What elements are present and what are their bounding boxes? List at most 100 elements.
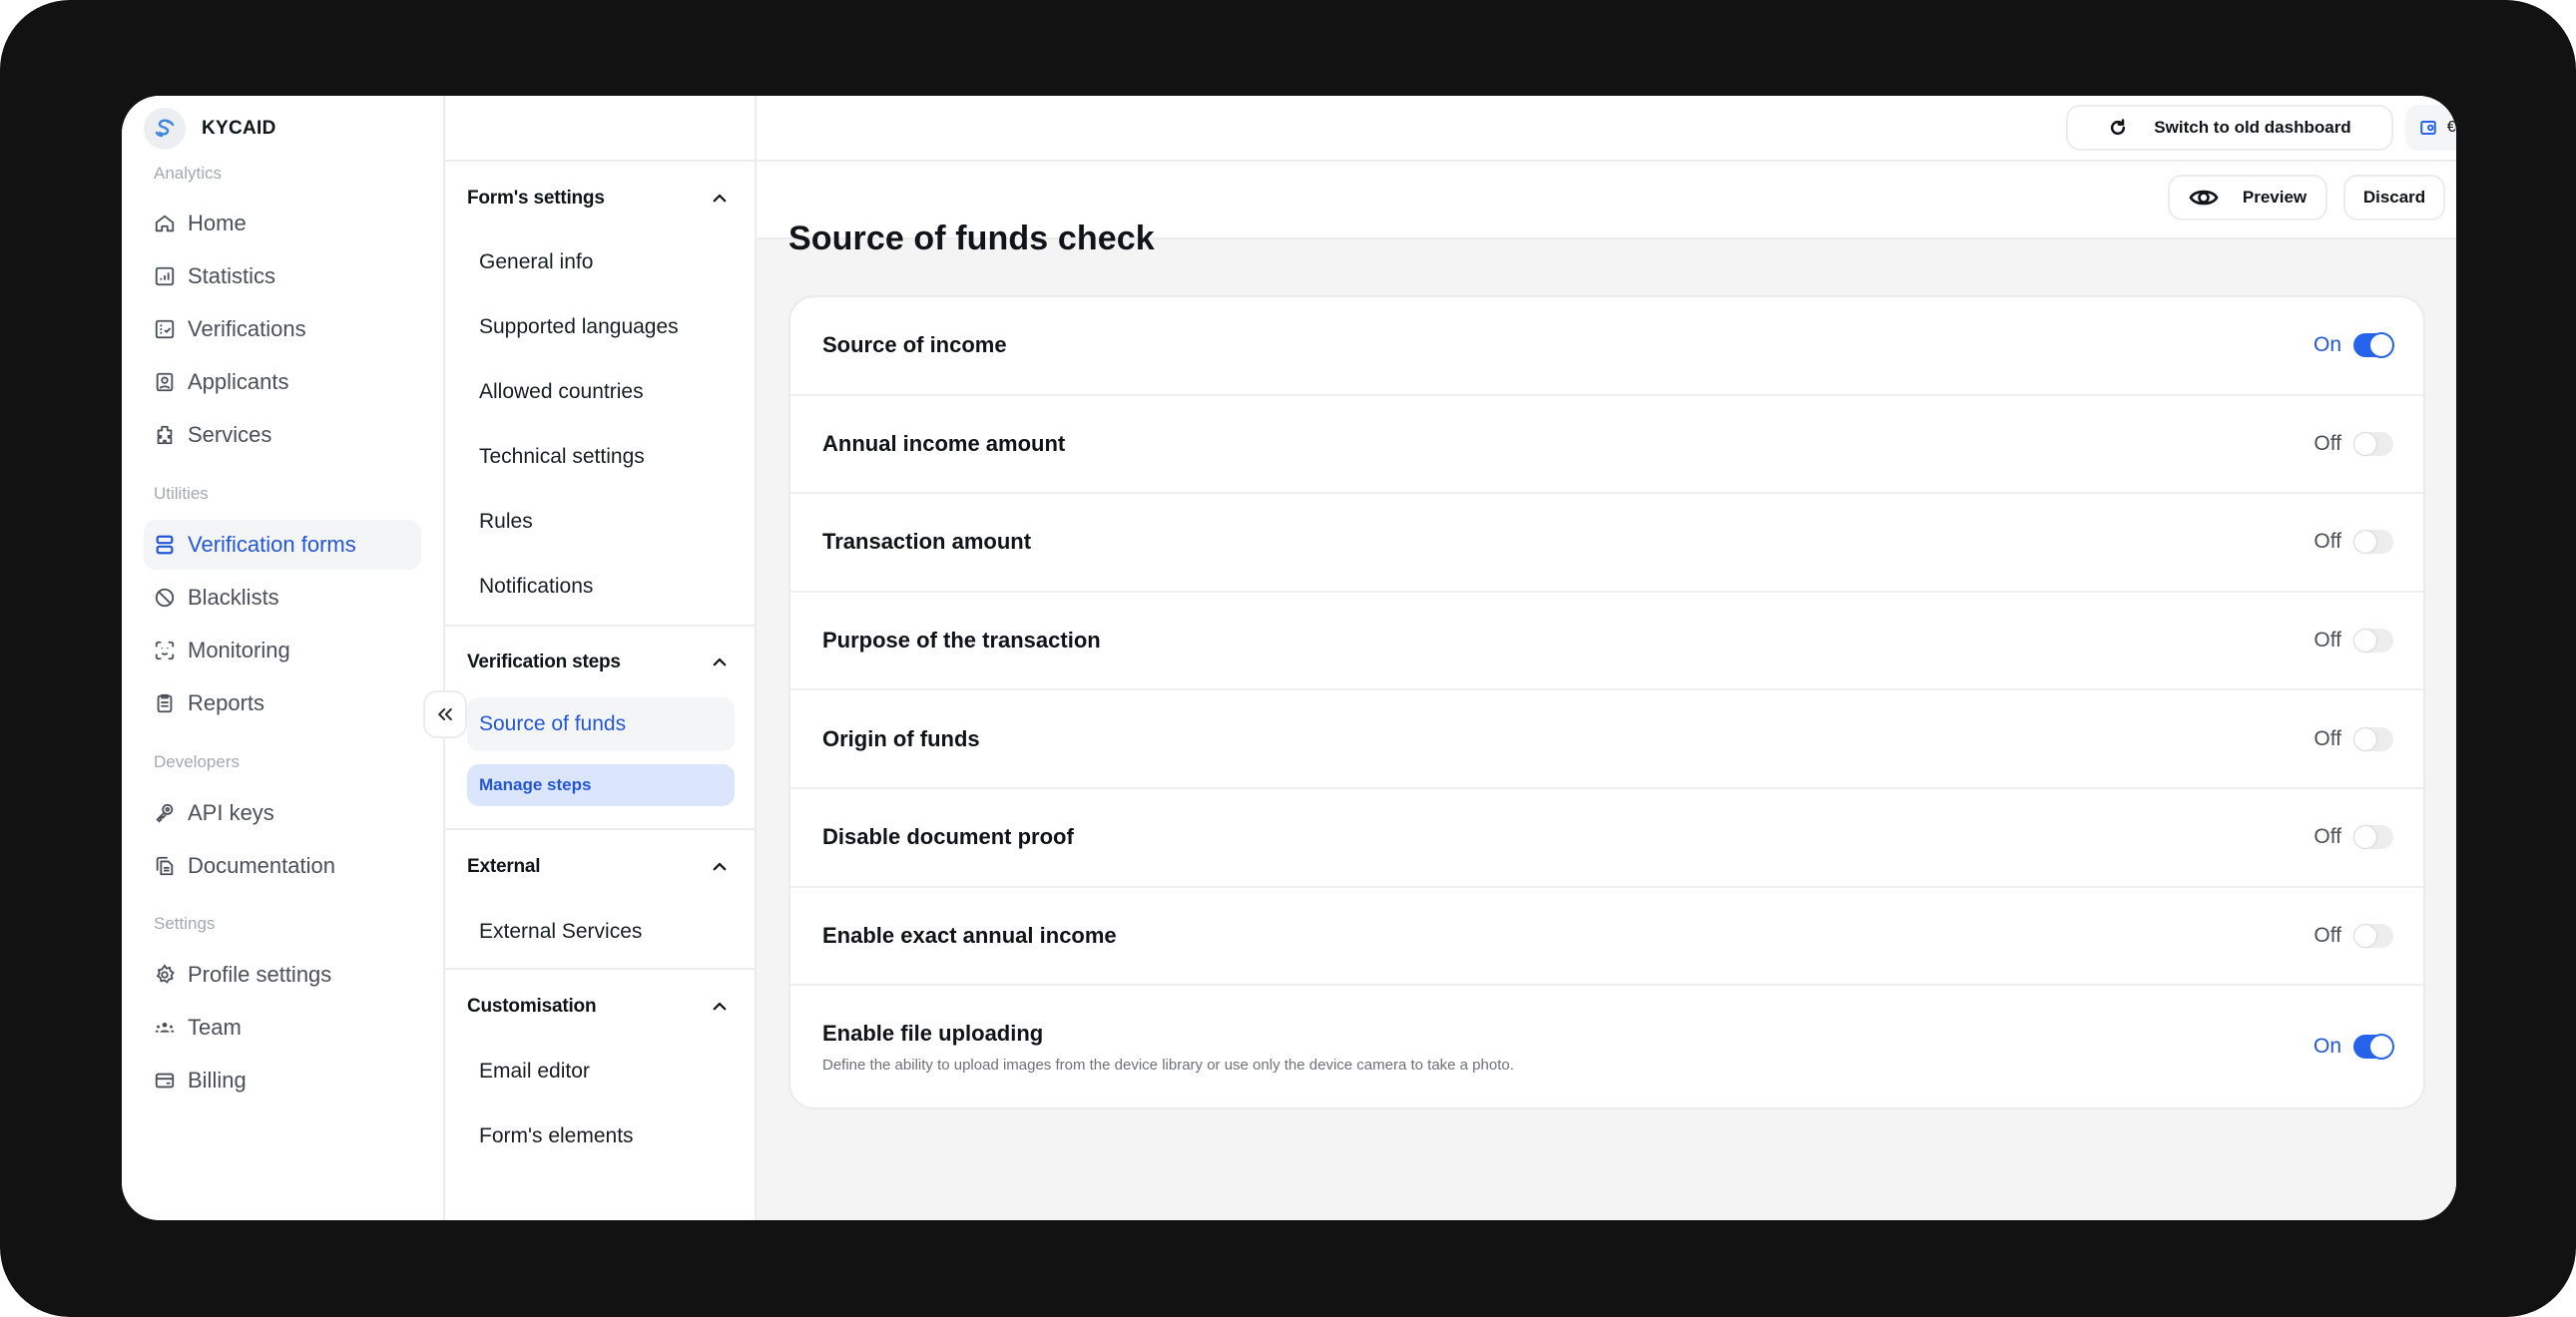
- sidebar: KYCAID Analytics Home Statistics Verific…: [122, 96, 445, 1220]
- sidebar-item-profile-settings[interactable]: Profile settings: [144, 950, 421, 1000]
- sidebar-item-team[interactable]: Team: [144, 1003, 421, 1053]
- setting-label: Transaction amount: [822, 529, 1032, 555]
- preview-button[interactable]: Preview: [2168, 175, 2327, 220]
- wallet-icon: [2420, 121, 2436, 135]
- blacklist-icon: [155, 588, 175, 608]
- chevron-up-icon: [713, 658, 727, 666]
- transaction-amount-toggle[interactable]: Off: [2314, 530, 2393, 555]
- toggle-switch[interactable]: [2353, 431, 2393, 456]
- switch-old-dashboard-button[interactable]: Switch to old dashboard: [2066, 105, 2393, 151]
- setting-row: Transaction amount Off: [790, 494, 2423, 593]
- sidebar-item-label: Billing: [188, 1068, 247, 1093]
- toggle-switch[interactable]: [2353, 530, 2393, 555]
- setting-row: Annual income amount Off: [790, 396, 2423, 495]
- toggle-state: Off: [2314, 431, 2341, 455]
- sidebar-item-monitoring[interactable]: Monitoring: [144, 626, 421, 675]
- submenu-item-rules[interactable]: Rules: [467, 495, 735, 549]
- balance-amount: € 50,321.60: [2446, 119, 2456, 136]
- setting-row: Origin of funds Off: [790, 690, 2423, 789]
- setting-label: Purpose of the transaction: [822, 628, 1101, 654]
- submenu-item-allowed-countries[interactable]: Allowed countries: [467, 365, 735, 419]
- sidebar-item-label: Statistics: [188, 263, 276, 288]
- annual-income-amount-toggle[interactable]: Off: [2314, 431, 2393, 456]
- chevron-up-icon: [713, 1002, 727, 1011]
- manage-steps-button[interactable]: Manage steps: [467, 764, 735, 806]
- group-title: Verification steps: [467, 652, 621, 672]
- applicants-icon: [156, 372, 174, 392]
- sidebar-item-services[interactable]: Services: [144, 410, 421, 460]
- form-settings-menu: Form's settings General info Supported l…: [445, 96, 757, 1220]
- group-title: External: [467, 856, 541, 877]
- page-title: Source of funds check: [788, 220, 1155, 257]
- home-icon: [155, 215, 175, 232]
- submenu-item-email-editor[interactable]: Email editor: [467, 1045, 735, 1098]
- toggle-switch[interactable]: [2353, 923, 2393, 948]
- exact-annual-income-toggle[interactable]: Off: [2314, 923, 2393, 948]
- sidebar-item-reports[interactable]: Reports: [144, 678, 421, 728]
- brand[interactable]: KYCAID: [144, 108, 276, 150]
- verifications-icon: [155, 319, 175, 339]
- group-title: Form's settings: [467, 188, 605, 209]
- device-frame: KYCAID Analytics Home Statistics Verific…: [0, 0, 2576, 1317]
- sidebar-item-blacklists[interactable]: Blacklists: [144, 573, 421, 623]
- eye-icon: [2189, 190, 2219, 206]
- source-of-income-toggle[interactable]: On: [2314, 333, 2393, 358]
- sidebar-item-applicants[interactable]: Applicants: [144, 357, 421, 407]
- setting-label: Origin of funds: [822, 725, 980, 751]
- section-settings: Settings: [154, 914, 216, 933]
- setting-row: Enable exact annual income Off: [790, 888, 2423, 987]
- submenu-item-forms-elements[interactable]: Form's elements: [467, 1109, 735, 1163]
- submenu-item-technical-settings[interactable]: Technical settings: [467, 430, 735, 484]
- balance-badge[interactable]: € 50,321.60: [2405, 105, 2456, 151]
- file-uploading-toggle[interactable]: On: [2314, 1035, 2393, 1060]
- submenu-item-source-of-funds[interactable]: Source of funds: [467, 697, 735, 751]
- toggle-switch[interactable]: [2353, 333, 2393, 358]
- key-icon: [156, 803, 174, 823]
- divider: [445, 968, 755, 970]
- toggle-switch[interactable]: [2353, 726, 2393, 751]
- submenu-item-general-info[interactable]: General info: [467, 235, 735, 289]
- group-external-header[interactable]: External: [467, 847, 735, 887]
- group-verification-steps-header[interactable]: Verification steps: [467, 643, 735, 682]
- group-title: Customisation: [467, 996, 597, 1017]
- setting-row: Purpose of the transaction Off: [790, 593, 2423, 691]
- sidebar-item-verifications[interactable]: Verifications: [144, 304, 421, 354]
- sidebar-item-label: Profile settings: [188, 962, 332, 987]
- sidebar-item-billing[interactable]: Billing: [144, 1056, 421, 1105]
- discard-button[interactable]: Discard: [2343, 175, 2445, 220]
- origin-of-funds-toggle[interactable]: Off: [2314, 726, 2393, 751]
- submenu-item-external-services[interactable]: External Services: [467, 905, 735, 959]
- sidebar-item-label: Documentation: [188, 853, 335, 878]
- sidebar-item-statistics[interactable]: Statistics: [144, 251, 421, 301]
- submenu-top-spacer: [445, 96, 755, 162]
- toggle-switch[interactable]: [2353, 629, 2393, 654]
- gear-icon: [156, 964, 175, 984]
- sidebar-item-label: Blacklists: [188, 585, 279, 610]
- sidebar-item-api-keys[interactable]: API keys: [144, 788, 421, 838]
- sidebar-item-label: Team: [188, 1015, 242, 1040]
- setting-label: Annual income amount: [822, 430, 1066, 456]
- collapse-sidebar-button[interactable]: [423, 690, 467, 738]
- sidebar-item-verification-forms[interactable]: Verification forms: [144, 520, 421, 570]
- toggle-state: Off: [2314, 726, 2341, 750]
- toggle-state: Off: [2314, 923, 2341, 947]
- disable-document-proof-toggle[interactable]: Off: [2314, 825, 2393, 850]
- sidebar-item-documentation[interactable]: Documentation: [144, 841, 421, 891]
- sidebar-item-label: Services: [188, 422, 272, 447]
- toggle-switch[interactable]: [2353, 825, 2393, 850]
- purpose-of-transaction-toggle[interactable]: Off: [2314, 629, 2393, 654]
- submenu-item-supported-languages[interactable]: Supported languages: [467, 300, 735, 354]
- toggle-state: Off: [2314, 629, 2341, 653]
- top-bar: Switch to old dashboard € 50,321.60: [757, 96, 2456, 162]
- group-customisation-header[interactable]: Customisation: [467, 987, 735, 1027]
- switch-old-dashboard-label: Switch to old dashboard: [2154, 118, 2351, 137]
- group-forms-settings-header[interactable]: Form's settings: [467, 179, 735, 219]
- toggle-state: Off: [2314, 530, 2341, 554]
- clipboard-icon: [157, 693, 173, 713]
- documents-icon: [156, 856, 174, 876]
- submenu-item-notifications[interactable]: Notifications: [467, 560, 735, 614]
- toggle-switch[interactable]: [2353, 1035, 2393, 1060]
- sidebar-item-home[interactable]: Home: [144, 199, 421, 248]
- sidebar-item-label: Verifications: [188, 316, 306, 341]
- setting-description: Define the ability to upload images from…: [822, 1056, 1514, 1074]
